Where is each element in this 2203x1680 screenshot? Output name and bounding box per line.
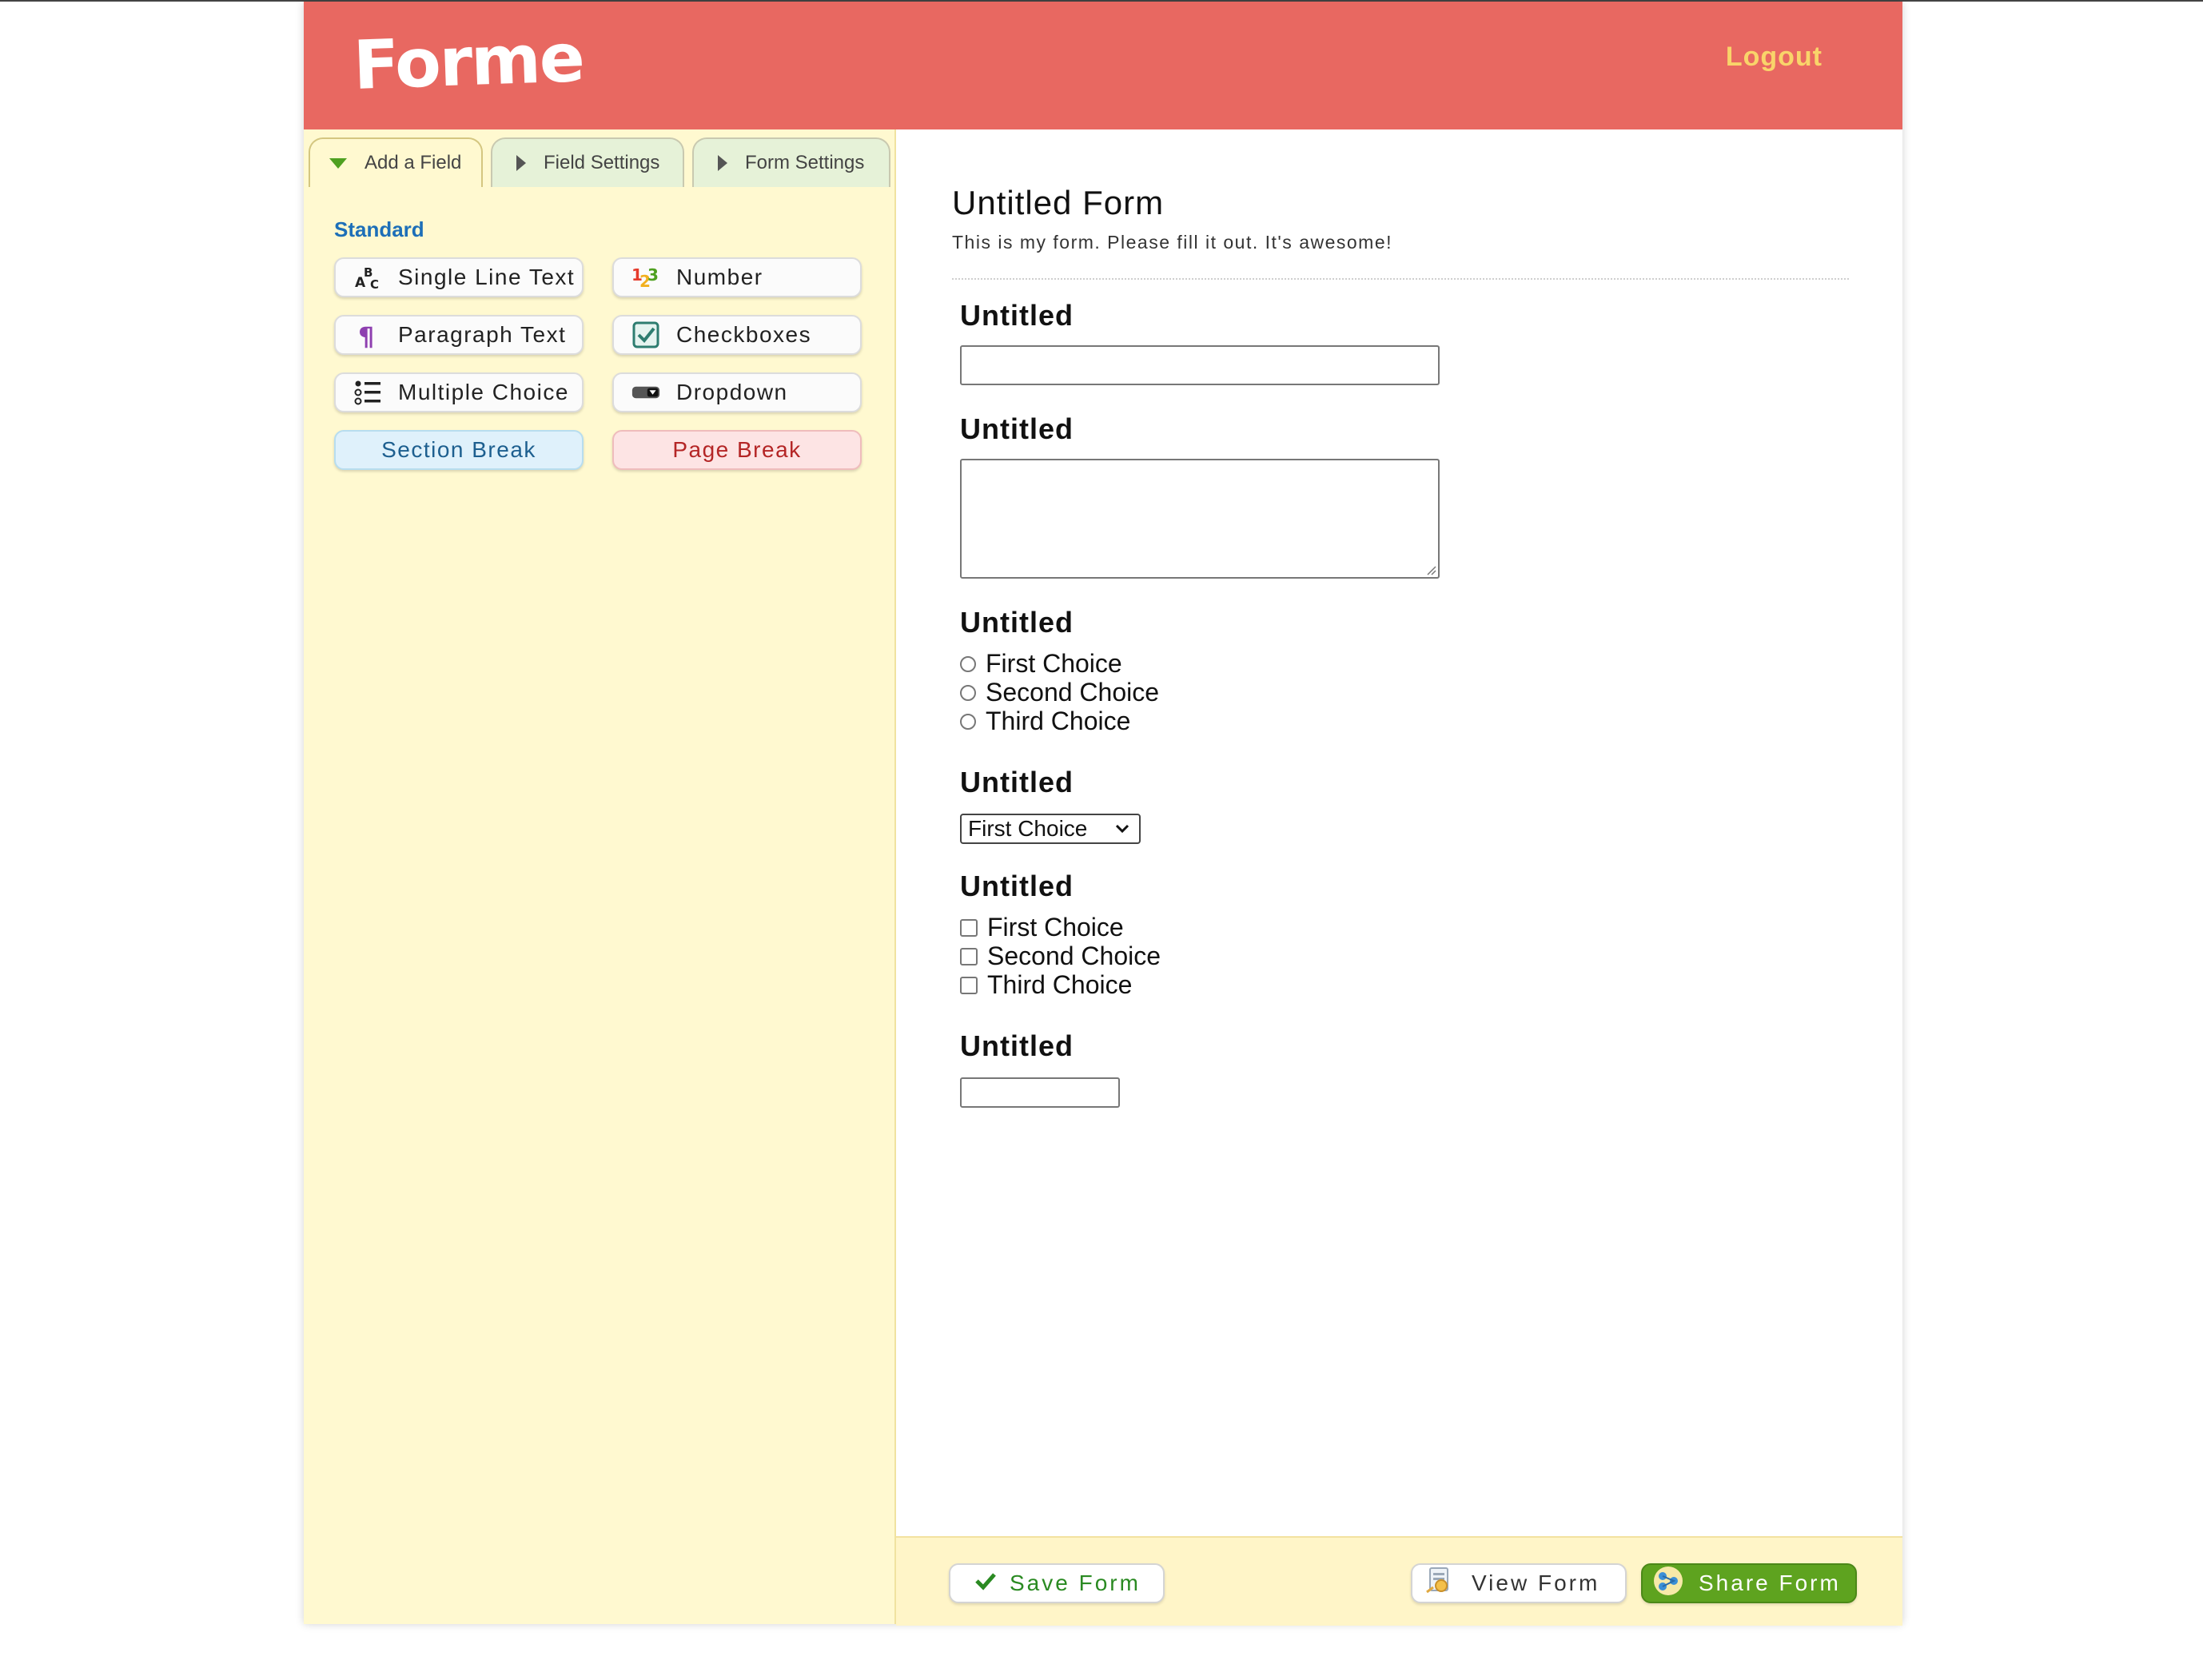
section-title-standard: Standard <box>334 217 424 241</box>
view-form-button[interactable]: View Form <box>1411 1563 1627 1603</box>
form-description[interactable]: This is my form. Please fill it out. It'… <box>952 232 1392 253</box>
field-button-label: Single Line Text <box>398 265 576 289</box>
field-button-label: Page Break <box>672 437 802 462</box>
radio-option[interactable]: Third Choice <box>960 707 1130 736</box>
radio-option[interactable]: First Choice <box>960 649 1122 679</box>
radio-button[interactable] <box>960 684 976 701</box>
checkbox-option[interactable]: Third Choice <box>960 970 1132 1000</box>
option-label: Third Choice <box>987 970 1133 999</box>
dropdown-select[interactable]: First Choice <box>960 814 1141 844</box>
checkbox[interactable] <box>960 947 978 965</box>
form-title[interactable]: Untitled Form <box>952 184 1164 222</box>
option-label: Third Choice <box>986 707 1131 735</box>
add-single-line-text-button[interactable]: ABC Single Line Text <box>334 257 584 297</box>
share-form-label: Share Form <box>1699 1571 1841 1595</box>
triangle-right-icon <box>516 155 526 171</box>
radio-option[interactable]: Second Choice <box>960 678 1159 707</box>
add-paragraph-text-button[interactable]: ¶ Paragraph Text <box>334 315 584 355</box>
checkbox-option[interactable]: First Choice <box>960 913 1124 942</box>
field-label[interactable]: Untitled <box>960 606 1074 639</box>
checkbox-icon <box>631 320 660 349</box>
field-button-label: Dropdown <box>676 380 788 404</box>
app-window: Forme Logout Add a Field Field Settings … <box>304 2 1902 1626</box>
field-button-label: Paragraph Text <box>398 322 567 347</box>
pilcrow-icon: ¶ <box>353 320 382 349</box>
sidebar: Add a Field Field Settings Form Settings… <box>304 129 896 1624</box>
checkbox[interactable] <box>960 918 978 937</box>
field-label[interactable]: Untitled <box>960 1029 1074 1063</box>
form-header-divider <box>952 278 1849 280</box>
radio-button[interactable] <box>960 655 976 672</box>
dropdown-selected-value: First Choice <box>968 816 1088 841</box>
checkbox-option[interactable]: Second Choice <box>960 942 1161 971</box>
tab-add-field[interactable]: Add a Field <box>309 137 483 187</box>
list-icon <box>353 378 382 407</box>
share-icon <box>1652 1565 1684 1602</box>
checkmark-icon <box>974 1571 997 1596</box>
svg-text:¶: ¶ <box>358 321 376 349</box>
save-form-label: Save Form <box>1010 1571 1141 1595</box>
form-preview: Untitled Form This is my form. Please fi… <box>896 129 1902 1536</box>
header-bar: Forme Logout <box>304 2 1902 129</box>
svg-text:C: C <box>370 277 380 292</box>
field-button-label: Checkboxes <box>676 322 812 347</box>
checkbox[interactable] <box>960 976 978 994</box>
logo: Forme <box>352 18 585 105</box>
footer-toolbar: Save Form View Form Share Form <box>896 1536 1902 1626</box>
field-button-label: Multiple Choice <box>398 380 569 404</box>
view-form-label: View Form <box>1472 1571 1600 1595</box>
radio-button[interactable] <box>960 713 976 730</box>
tab-form-settings[interactable]: Form Settings <box>692 137 890 187</box>
field-label[interactable]: Untitled <box>960 870 1074 903</box>
logout-link[interactable]: Logout <box>1726 42 1823 73</box>
field-label[interactable]: Untitled <box>960 766 1074 799</box>
share-form-button[interactable]: Share Form <box>1641 1563 1857 1603</box>
save-form-button[interactable]: Save Form <box>949 1563 1165 1603</box>
single-line-text-input[interactable] <box>960 345 1440 385</box>
dropdown-icon <box>631 378 660 407</box>
add-page-break-button[interactable]: Page Break <box>612 430 862 470</box>
add-number-button[interactable]: 123 Number <box>612 257 862 297</box>
option-label: Second Choice <box>987 942 1161 970</box>
field-button-label: Section Break <box>381 437 536 462</box>
numbers-icon: 123 <box>631 263 660 292</box>
add-checkboxes-button[interactable]: Checkboxes <box>612 315 862 355</box>
field-button-label: Number <box>676 265 763 289</box>
chevron-down-icon <box>1115 824 1129 834</box>
option-label: Second Choice <box>986 678 1160 707</box>
abc-icon: ABC <box>353 263 382 292</box>
add-dropdown-button[interactable]: Dropdown <box>612 372 862 412</box>
resize-handle-icon[interactable] <box>1424 563 1436 575</box>
tab-label: Form Settings <box>745 152 865 173</box>
triangle-down-icon <box>329 157 347 169</box>
tab-label: Add a Field <box>365 152 462 173</box>
tab-field-settings[interactable]: Field Settings <box>491 137 684 187</box>
number-input[interactable] <box>960 1077 1120 1108</box>
tab-label: Field Settings <box>544 152 660 173</box>
svg-text:3: 3 <box>647 265 659 285</box>
option-label: First Choice <box>986 649 1122 678</box>
add-multiple-choice-button[interactable]: Multiple Choice <box>334 372 584 412</box>
field-label[interactable]: Untitled <box>960 412 1074 446</box>
document-preview-icon <box>1424 1565 1456 1602</box>
add-section-break-button[interactable]: Section Break <box>334 430 584 470</box>
field-label[interactable]: Untitled <box>960 299 1074 332</box>
triangle-right-icon <box>718 155 727 171</box>
paragraph-textarea[interactable] <box>960 459 1440 579</box>
option-label: First Choice <box>987 913 1124 942</box>
